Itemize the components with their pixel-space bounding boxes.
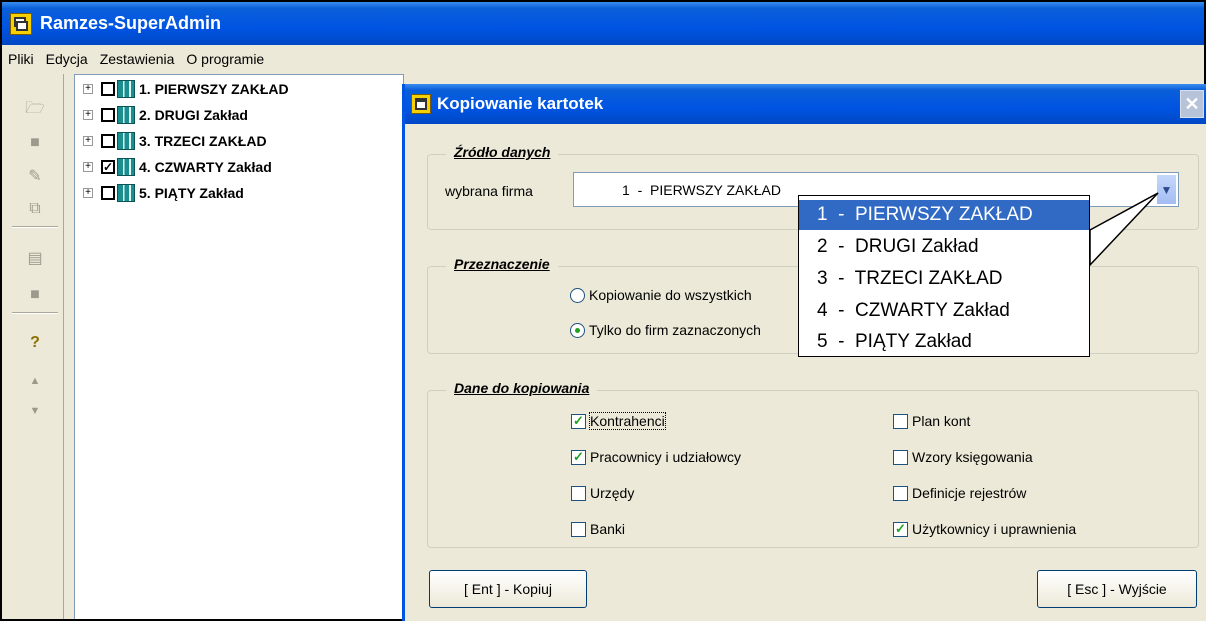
radio-label: Kopiowanie do wszystkich <box>589 287 752 303</box>
checkbox-register-definitions[interactable]: Definicje rejestrów <box>893 485 1026 501</box>
checkbox[interactable] <box>571 485 586 501</box>
copy-button[interactable]: [ Ent ] - Kopiuj <box>429 570 587 608</box>
company-dropdown-list: 1 - PIERWSZY ZAKŁAD 2 - DRUGI Zakład 3 -… <box>798 195 1090 357</box>
arrow-down-icon[interactable]: ▼ <box>24 400 46 422</box>
dropdown-option[interactable]: 3 - TRZECI ZAKŁAD <box>799 264 1089 294</box>
checkbox[interactable]: ✓ <box>571 413 586 429</box>
checkbox-label: Banki <box>590 521 626 537</box>
close-icon[interactable]: ✕ <box>1180 90 1204 118</box>
save-icon[interactable]: ■ <box>24 132 46 154</box>
expand-icon[interactable]: + <box>83 162 93 172</box>
checkbox-label: Definicje rejestrów <box>912 485 1027 501</box>
tree-item-label: 1. PIERWSZY ZAKŁAD <box>139 81 289 97</box>
books-icon <box>117 158 135 176</box>
arrow-up-icon[interactable]: ▲ <box>24 370 46 392</box>
checkbox[interactable] <box>571 521 586 537</box>
menu-bar: Pliki Edycja Zestawienia O programie <box>2 45 1204 72</box>
open-folder-icon[interactable]: 🗁 <box>24 98 46 120</box>
menu-zestawienia[interactable]: Zestawienia <box>94 51 181 67</box>
tree-checkbox[interactable] <box>101 108 115 122</box>
checkbox[interactable] <box>893 413 908 429</box>
help-key-icon[interactable]: ? <box>24 332 46 354</box>
expand-icon[interactable]: + <box>83 136 93 146</box>
checkbox-label: Użytkownicy i uprawnienia <box>912 521 1077 537</box>
tree-item-label: 5. PIĄTY Zakład <box>139 185 244 201</box>
books-icon <box>117 132 135 150</box>
expand-icon[interactable]: + <box>83 110 93 120</box>
chevron-down-icon[interactable]: ▼ <box>1156 174 1177 205</box>
company-tree: + 1. PIERWSZY ZAKŁAD + 2. DRUGI Zakład +… <box>74 74 404 619</box>
books-icon <box>117 80 135 98</box>
dialog-title: Kopiowanie kartotek <box>437 94 604 113</box>
tree-item-label: 3. TRZECI ZAKŁAD <box>139 133 267 149</box>
checkbox[interactable] <box>893 449 908 465</box>
tree-checkbox[interactable] <box>101 186 115 200</box>
menu-o-programie[interactable]: O programie <box>180 51 270 67</box>
data-group-title: Dane do kopiowania <box>446 380 598 396</box>
checkbox-label: Urzędy <box>590 485 635 501</box>
dialog-title-bar: Kopiowanie kartotek ✕ <box>405 84 1206 124</box>
tree-item[interactable]: + 5. PIĄTY Zakład <box>83 181 244 205</box>
tree-checkbox[interactable]: ✓ <box>101 160 115 174</box>
checkbox[interactable] <box>893 485 908 501</box>
books-icon <box>117 184 135 202</box>
checkbox-banks[interactable]: Banki <box>571 521 625 537</box>
checkbox-label: Pracownicy i udziałowcy <box>590 449 741 465</box>
target-group-title: Przeznaczenie <box>446 256 558 272</box>
app-logo-icon <box>411 94 431 114</box>
toolbar: 🗁 ■ ✎ ⧉ ▤ ■ ? ▲ ▼ <box>2 74 64 619</box>
copy-icon[interactable]: ⧉ <box>24 198 46 220</box>
radio-label: Tylko do firm zaznaczonych <box>589 322 761 338</box>
source-group-title: Źródło danych <box>446 144 559 160</box>
checkbox-employees[interactable]: ✓ Pracownicy i udziałowcy <box>571 449 741 465</box>
dropdown-option[interactable]: 1 - PIERWSZY ZAKŁAD <box>799 200 1089 230</box>
document-icon[interactable]: ▤ <box>24 248 46 270</box>
radio-copy-all[interactable]: Kopiowanie do wszystkich <box>570 287 752 303</box>
tree-item-label: 4. CZWARTY Zakład <box>139 159 272 175</box>
dropdown-option[interactable]: 4 - CZWARTY Zakład <box>799 296 1089 326</box>
checkbox-contractors[interactable]: ✓ Kontrahenci <box>571 412 666 430</box>
checkbox[interactable]: ✓ <box>571 449 586 465</box>
expand-icon[interactable]: + <box>83 188 93 198</box>
toolbar-separator <box>12 226 58 228</box>
tree-item[interactable]: + 3. TRZECI ZAKŁAD <box>83 129 267 153</box>
exit-button[interactable]: [ Esc ] - Wyjście <box>1037 570 1197 608</box>
tree-item[interactable]: + 2. DRUGI Zakład <box>83 103 248 127</box>
toolbar-separator <box>12 312 58 314</box>
app-logo-icon <box>10 12 32 35</box>
app-title: Ramzes-SuperAdmin <box>40 13 222 33</box>
tree-checkbox[interactable] <box>101 134 115 148</box>
company-select-value: 1 - PIERWSZY ZAKŁAD <box>622 182 781 198</box>
tree-item-label: 2. DRUGI Zakład <box>139 107 248 123</box>
checkbox-chart-of-accounts[interactable]: Plan kont <box>893 413 970 429</box>
edit-pencil-icon[interactable]: ✎ <box>24 166 46 188</box>
tree-item[interactable]: + 1. PIERWSZY ZAKŁAD <box>83 77 289 101</box>
expand-icon[interactable]: + <box>83 84 93 94</box>
dropdown-option[interactable]: 5 - PIĄTY Zakład <box>799 327 1089 357</box>
checkbox-label: Wzory księgowania <box>912 449 1033 465</box>
dropdown-option[interactable]: 2 - DRUGI Zakład <box>799 232 1089 262</box>
stop-icon[interactable]: ■ <box>24 284 46 306</box>
checkbox-label: Kontrahenci <box>589 412 666 430</box>
books-icon <box>117 106 135 124</box>
selected-company-label: wybrana firma <box>445 183 533 199</box>
radio-button[interactable] <box>570 287 585 303</box>
checkbox-offices[interactable]: Urzędy <box>571 485 634 501</box>
tree-checkbox[interactable] <box>101 82 115 96</box>
menu-pliki[interactable]: Pliki <box>2 51 40 67</box>
title-bar: Ramzes-SuperAdmin <box>2 2 1204 45</box>
checkbox[interactable]: ✓ <box>893 521 908 537</box>
radio-button[interactable] <box>570 322 585 338</box>
data-group: Dane do kopiowania ✓ Kontrahenci ✓ Praco… <box>427 380 1199 548</box>
checkbox-posting-templates[interactable]: Wzory księgowania <box>893 449 1033 465</box>
tree-item[interactable]: + ✓ 4. CZWARTY Zakład <box>83 155 272 179</box>
menu-edycja[interactable]: Edycja <box>40 51 94 67</box>
radio-only-selected[interactable]: Tylko do firm zaznaczonych <box>570 322 761 338</box>
checkbox-users-permissions[interactable]: ✓ Użytkownicy i uprawnienia <box>893 521 1076 537</box>
checkbox-label: Plan kont <box>912 413 971 429</box>
